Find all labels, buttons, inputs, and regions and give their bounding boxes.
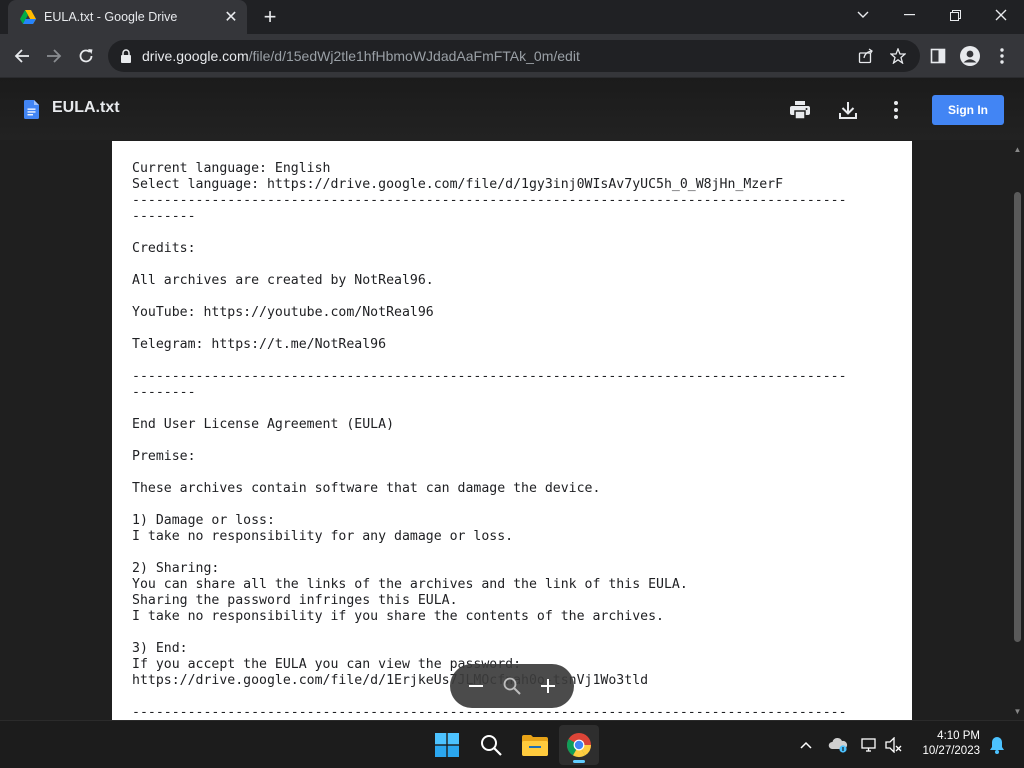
minimize-button[interactable] [886, 0, 932, 30]
active-app-indicator [573, 760, 585, 763]
zoom-controls [450, 664, 574, 708]
tab-title: EULA.txt - Google Drive [44, 10, 178, 24]
browser-toolbar: drive.google.com/file/d/15edWj2tle1hfHbm… [0, 34, 1024, 78]
document-line: I take no responsibility if you share th… [132, 609, 664, 624]
close-window-button[interactable] [978, 0, 1024, 30]
document-line: All archives are created by NotReal96. [132, 273, 434, 288]
document-line: -------- [132, 385, 196, 400]
document-line: YouTube: https://youtube.com/NotReal96 [132, 305, 434, 320]
url-host: drive.google.com [142, 48, 249, 64]
zoom-in-icon[interactable] [533, 671, 563, 701]
google-drive-icon [20, 10, 36, 24]
show-hidden-icons-chevron-icon[interactable] [794, 733, 818, 757]
restore-button[interactable] [932, 0, 978, 30]
zoom-out-icon[interactable] [461, 671, 491, 701]
clock-date: 10/27/2023 [922, 745, 980, 757]
taskbar-clock[interactable]: 4:10 PM 10/27/2023 [914, 729, 980, 759]
document-line: ----------------------------------------… [132, 193, 847, 208]
lock-icon [121, 49, 131, 63]
browser-tab-strip: EULA.txt - Google Drive ✕ + [0, 0, 1024, 34]
document-line: Credits: [132, 241, 196, 256]
browser-menu-icon[interactable] [988, 42, 1016, 70]
notifications-bell-icon[interactable] [985, 733, 1009, 757]
document-line: Sharing the password infringes this EULA… [132, 593, 458, 608]
profile-avatar-icon[interactable] [956, 42, 984, 70]
vertical-scrollbar[interactable]: ▲ ▼ [1011, 142, 1024, 720]
scroll-up-arrow-icon[interactable]: ▲ [1013, 146, 1022, 154]
start-windows-icon[interactable] [427, 725, 467, 765]
search-icon[interactable] [471, 725, 511, 765]
zoom-reset-magnifier-icon[interactable] [497, 671, 527, 701]
document-line: -------- [132, 209, 196, 224]
network-display-icon[interactable] [858, 733, 882, 757]
back-arrow-icon[interactable] [8, 42, 36, 70]
address-bar[interactable]: drive.google.com/file/d/15edWj2tle1hfHbm… [108, 40, 920, 72]
drive-file-viewer: EULA.txt Sign In Current language: Engli… [0, 78, 1024, 720]
document-line: 3) End: [132, 641, 188, 656]
scrollbar-thumb[interactable] [1014, 192, 1021, 642]
onedrive-cloud-icon[interactable] [826, 733, 850, 757]
document-line: Premise: [132, 449, 196, 464]
file-explorer-icon[interactable] [515, 725, 555, 765]
chrome-taskbar-icon[interactable] [559, 725, 599, 765]
reload-icon[interactable] [72, 42, 100, 70]
url-path: /file/d/15edWj2tle1hfHbmoWJdadAaFmFTAk_0… [248, 48, 580, 64]
windows-taskbar: 4:10 PM 10/27/2023 [0, 720, 1024, 768]
document-line: I take no responsibility for any damage … [132, 529, 514, 544]
viewer-header: EULA.txt Sign In [0, 78, 1024, 140]
tab-search-chevron-icon[interactable] [840, 0, 886, 30]
document-text: Current language: English Select language… [132, 161, 892, 720]
download-icon[interactable] [832, 94, 864, 126]
document-line: Select language: https://drive.google.co… [132, 177, 784, 192]
document-page[interactable]: Current language: English Select language… [112, 141, 912, 720]
browser-tab[interactable]: EULA.txt - Google Drive ✕ [8, 0, 247, 34]
document-line: Current language: English [132, 161, 331, 176]
document-line: Telegram: https://t.me/NotReal96 [132, 337, 387, 352]
bookmark-star-icon[interactable] [886, 44, 910, 68]
document-line: 2) Sharing: [132, 561, 220, 576]
url-text: drive.google.com/file/d/15edWj2tle1hfHbm… [142, 48, 580, 64]
share-icon[interactable] [854, 44, 878, 68]
scroll-down-arrow-icon[interactable]: ▼ [1013, 708, 1022, 716]
document-line: These archives contain software that can… [132, 481, 601, 496]
file-name: EULA.txt [52, 99, 120, 116]
document-line: 1) Damage or loss: [132, 513, 275, 528]
new-tab-button[interactable]: + [258, 4, 282, 29]
more-options-icon[interactable] [880, 94, 912, 126]
document-line: ----------------------------------------… [132, 369, 847, 384]
document-line: You can share all the links of the archi… [132, 577, 688, 592]
volume-muted-icon[interactable] [882, 733, 906, 757]
sign-in-button[interactable]: Sign In [932, 95, 1004, 125]
clock-time: 4:10 PM [937, 730, 980, 742]
document-line: End User License Agreement (EULA) [132, 417, 395, 432]
tab-close-icon[interactable]: ✕ [221, 7, 241, 27]
side-panel-icon[interactable] [924, 42, 952, 70]
text-document-icon [24, 100, 39, 119]
print-icon[interactable] [784, 94, 816, 126]
forward-arrow-icon[interactable] [40, 42, 68, 70]
